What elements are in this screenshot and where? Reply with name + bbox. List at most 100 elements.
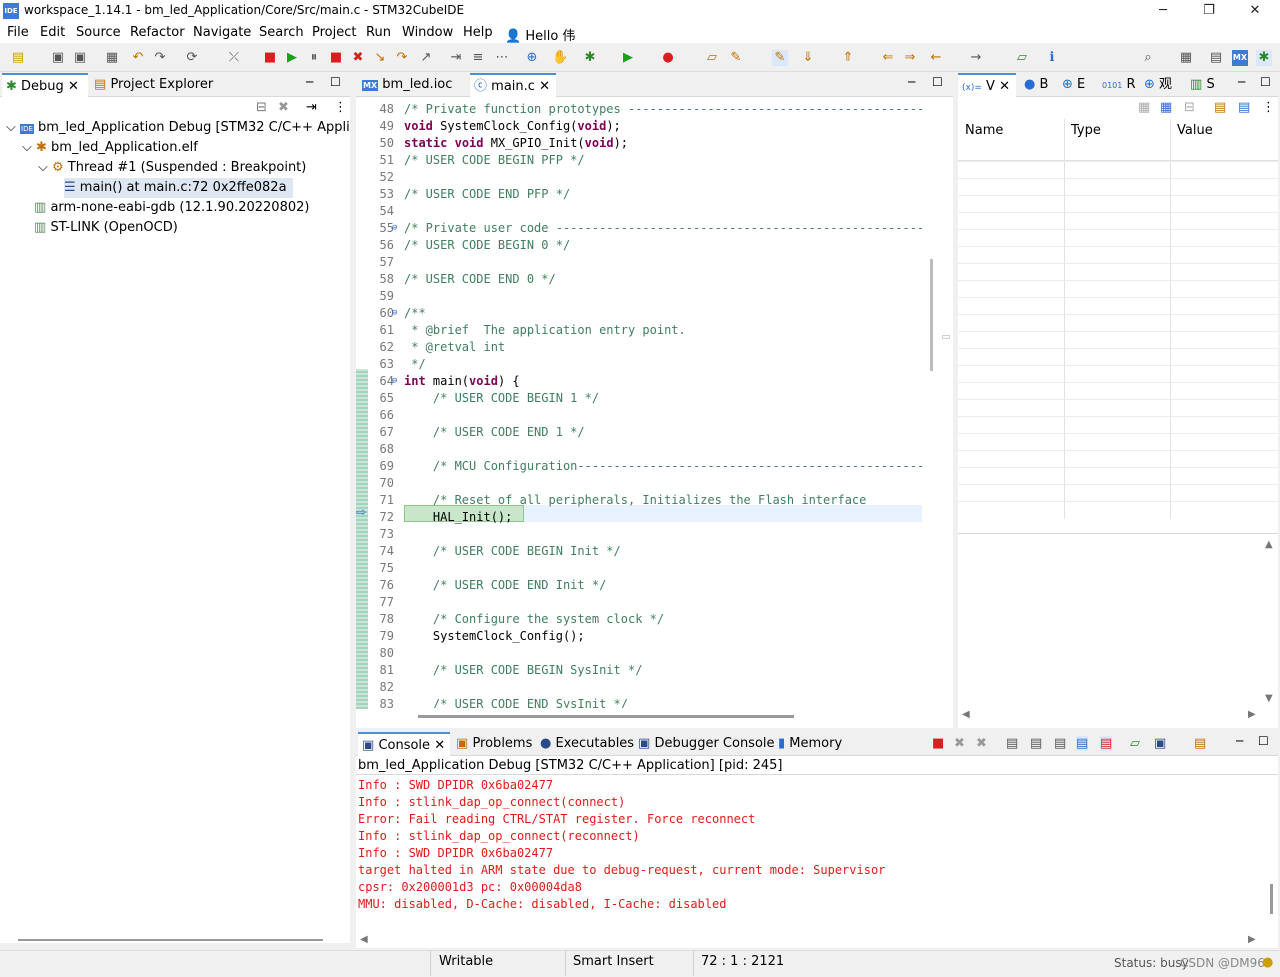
scroll-right-icon[interactable]: ▶ (1248, 934, 1256, 945)
progress-status[interactable]: Status: busy (1114, 956, 1189, 970)
view-menu-icon[interactable]: ⋮ (1262, 100, 1275, 115)
back-icon[interactable]: ← (928, 50, 944, 66)
line-number[interactable]: 53 (366, 186, 394, 203)
menu-edit[interactable]: Edit (40, 25, 65, 40)
line-number[interactable]: 71 (366, 492, 394, 509)
line-number[interactable]: 72 (366, 509, 394, 526)
tree-item-thread[interactable]: ⌵ ⚙ Thread #1 (Suspended : Breakpoint) (38, 158, 306, 178)
minimize-view-icon[interactable]: ─ (306, 75, 313, 89)
display-console-icon[interactable]: ▣ (1154, 736, 1166, 751)
terminate-icon[interactable]: ■ (932, 736, 944, 751)
menu-help[interactable]: Help (463, 25, 493, 40)
fold-icon[interactable]: ⊖ (392, 305, 397, 322)
view-menu-icon[interactable]: ⋮ (334, 100, 347, 115)
line-number[interactable]: 48 (366, 101, 394, 118)
drop-frame-icon[interactable]: ≡ (470, 50, 486, 66)
terminate-icon[interactable]: ■ (328, 50, 344, 66)
show-logical-icon[interactable]: ▦ (1160, 100, 1172, 115)
horizontal-scrollbar[interactable] (418, 715, 794, 718)
maximize-view-icon[interactable]: ☐ (1258, 734, 1269, 748)
search-icon[interactable]: ⌕ (1140, 50, 1156, 66)
tab-memory[interactable]: ▮ Memory (774, 732, 850, 756)
menu-refactor[interactable]: Refactor (130, 25, 185, 40)
column-type[interactable]: Type (1071, 123, 1101, 138)
menu-run[interactable]: Run (366, 25, 391, 40)
line-number[interactable]: 80 (366, 645, 394, 662)
save-icon[interactable]: ▣ (50, 50, 66, 66)
tab-executables[interactable]: ● Executables (536, 732, 634, 756)
line-number[interactable]: 81 (366, 662, 394, 679)
redo-icon[interactable]: ↷ (152, 50, 168, 66)
menu-source[interactable]: Source (76, 25, 121, 40)
line-number[interactable]: 55 (366, 220, 394, 237)
line-number[interactable]: 60 (366, 305, 394, 322)
collapse-all-icon[interactable]: ⊟ (256, 100, 267, 115)
last-edit-icon[interactable]: ⇐ (880, 50, 896, 66)
refresh-icon[interactable]: ⟳ (184, 50, 200, 66)
tab-variables[interactable]: (x)= V ✕ (958, 73, 1016, 97)
close-button[interactable]: ✕ (1232, 0, 1278, 22)
menu-search[interactable]: Search (259, 25, 304, 40)
horizontal-scrollbar[interactable] (18, 939, 323, 941)
new-watch-icon[interactable]: ▤ (1214, 100, 1226, 115)
line-number[interactable]: 69 (366, 458, 394, 475)
pin-console-icon[interactable]: ▱ (1130, 736, 1140, 751)
minimize-view-icon[interactable]: ─ (1236, 734, 1243, 748)
line-number[interactable]: 54 (366, 203, 394, 220)
debug-icon[interactable]: ✱ (582, 50, 598, 66)
scroll-left-icon[interactable]: ◀ (962, 709, 970, 720)
scroll-lock-icon[interactable]: ▤ (1030, 736, 1042, 751)
line-number[interactable]: 83 (366, 696, 394, 708)
column-name[interactable]: Name (965, 123, 1003, 138)
build-icon[interactable]: ▦ (104, 50, 120, 66)
save-all-icon[interactable]: ▣ (72, 50, 88, 66)
vertical-scrollbar[interactable] (1270, 884, 1273, 914)
scroll-right-icon[interactable]: ▶ (1248, 709, 1256, 720)
line-number[interactable]: 66 (366, 407, 394, 424)
line-number[interactable]: 56 (366, 237, 394, 254)
step-into-icon[interactable]: ↘ (372, 50, 388, 66)
line-number[interactable]: 64 (366, 373, 394, 390)
info-icon[interactable]: ℹ (1044, 50, 1060, 66)
menu-window[interactable]: Window (402, 25, 453, 40)
collapse-all-icon[interactable]: ⊟ (1184, 100, 1195, 115)
filter-icon[interactable]: ⋯ (494, 50, 510, 66)
code-editor[interactable]: 48 /* Private function prototypes -------… (356, 97, 922, 708)
tree-item-elf[interactable]: ⌵ ✱ bm_led_Application.elf (22, 138, 198, 158)
maximize-editor-icon[interactable]: ☐ (932, 75, 943, 89)
line-number[interactable]: 52 (366, 169, 394, 186)
line-number[interactable]: 50 (366, 135, 394, 152)
tab-breakpoints[interactable]: ● B (1020, 73, 1054, 97)
next-annotation-icon[interactable]: ⇓ (800, 50, 816, 66)
line-number[interactable]: 77 (366, 594, 394, 611)
close-tab-icon[interactable]: ✕ (999, 79, 1010, 94)
open-folder-icon[interactable]: ▱ (704, 50, 720, 66)
word-wrap-icon[interactable]: ▤ (1054, 736, 1066, 751)
close-tab-icon[interactable]: ✕ (434, 738, 445, 753)
line-number[interactable]: 51 (366, 152, 394, 169)
export-icon[interactable]: ▤ (1238, 100, 1250, 115)
tab-live-expressions[interactable]: ⊕ 观 (1140, 73, 1184, 97)
show-stdout-icon[interactable]: ▤ (1076, 736, 1089, 751)
line-number[interactable]: 70 (366, 475, 394, 492)
line-number[interactable]: 68 (366, 441, 394, 458)
tab-main-c[interactable]: ⓒ main.c ✕ (470, 73, 556, 97)
tab-debugger-console[interactable]: ▣ Debugger Console (634, 732, 775, 756)
insert-mode-status[interactable]: Smart Insert (573, 954, 654, 969)
network-icon[interactable]: ⊕ (524, 50, 540, 66)
disconnect-icon[interactable]: ✖ (350, 50, 366, 66)
menu-project[interactable]: Project (312, 25, 356, 40)
tree-item-stack-frame[interactable]: ☰ main() at main.c:72 0x2ffe082a (64, 178, 293, 198)
menu-file[interactable]: File (7, 25, 29, 40)
tab-ioc[interactable]: MX bm_led.ioc (358, 73, 468, 97)
line-number[interactable]: 79 (366, 628, 394, 645)
suspend-icon[interactable]: ⏸ (306, 50, 322, 66)
debug-skip-icon[interactable]: ⤫ (226, 50, 242, 66)
close-tab-icon[interactable]: ✕ (68, 79, 79, 94)
line-number[interactable]: 58 (366, 271, 394, 288)
external-tools-icon[interactable]: ● (660, 50, 676, 66)
tab-problems[interactable]: ▣ Problems (452, 732, 534, 756)
perspective-cpp-icon[interactable]: ▤ (1208, 50, 1224, 66)
maximize-view-icon[interactable]: ☐ (330, 75, 341, 89)
resume-icon[interactable]: ▶ (284, 50, 300, 66)
